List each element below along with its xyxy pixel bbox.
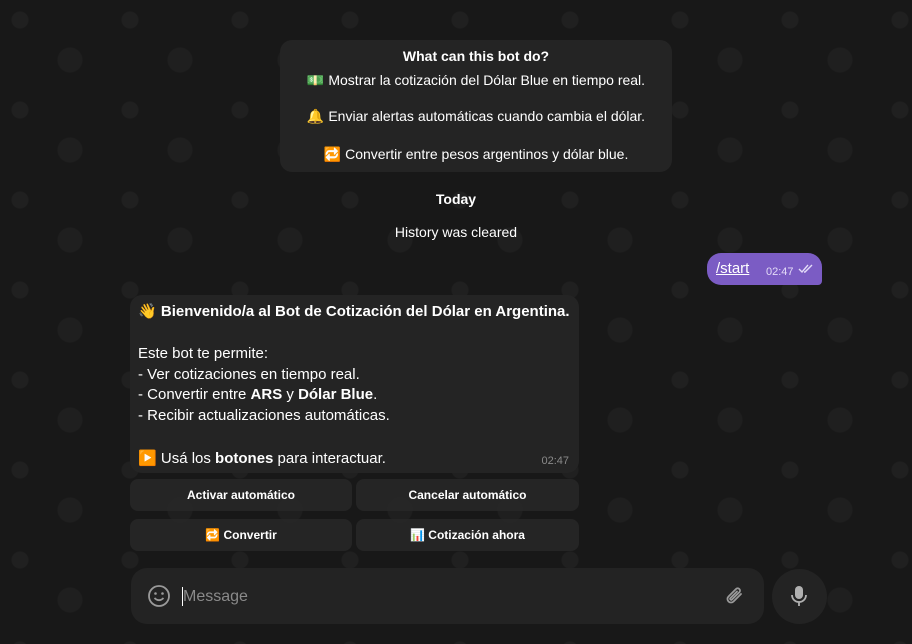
wave-icon: 👋: [138, 303, 157, 320]
play-icon: ▶️: [138, 450, 157, 467]
emoji-icon[interactable]: [147, 584, 171, 608]
bot-description-title: What can this bot do?: [402, 48, 550, 64]
intro-text: Este bot te permite:: [138, 345, 269, 362]
message-time: 02:47: [766, 266, 794, 278]
feature-item: - Ver cotizaciones en tiempo real.: [138, 366, 360, 383]
bell-icon: 🔔: [306, 108, 325, 124]
welcome-title: 👋 Bienvenido/a al Bot de Cotización del …: [138, 303, 570, 320]
date-chip: Today: [435, 191, 477, 207]
repeat-icon: 🔁: [323, 146, 342, 162]
service-message: History was cleared: [394, 224, 518, 240]
bot-feature-alerts: 🔔 Enviar alertas automáticas cuando cambi…: [306, 108, 646, 124]
message-input[interactable]: Message: [183, 588, 248, 606]
cancel-auto-button[interactable]: Cancelar automático: [356, 479, 579, 511]
bot-feature-quote: 💵 Mostrar la cotización del Dólar Blue en…: [306, 72, 646, 88]
chart-icon: 📊: [410, 528, 425, 542]
repeat-icon: 🔁: [205, 528, 221, 542]
attach-icon[interactable]: [724, 584, 746, 608]
activate-auto-button[interactable]: Activar automático: [130, 479, 352, 511]
bot-description-card: What can this bot do? 💵 Mostrar la cotiza…: [280, 40, 672, 172]
call-to-action: ▶️ Usá los botones para interactuar.: [138, 450, 386, 467]
voice-message-button[interactable]: [772, 569, 827, 624]
microphone-icon: [791, 586, 807, 606]
quote-now-button[interactable]: 📊 Cotización ahora: [356, 519, 579, 551]
message-composer[interactable]: Message: [131, 568, 764, 624]
feature-item: - Recibir actualizaciones automáticas.: [138, 407, 390, 424]
bot-feature-convert: 🔁 Convertir entre pesos argentinos y dóla…: [323, 146, 629, 162]
outgoing-message[interactable]: /start 02:47: [707, 253, 822, 285]
money-icon: 💵: [306, 72, 325, 88]
feature-item: - Convertir entre ARS y Dólar Blue.: [138, 386, 378, 403]
message-time: 02:47: [541, 455, 569, 467]
incoming-message: 👋 Bienvenido/a al Bot de Cotización del …: [130, 295, 579, 473]
start-command-link[interactable]: /start: [716, 260, 749, 277]
convert-button[interactable]: 🔁 Convertir: [130, 519, 352, 551]
double-check-icon: [798, 264, 813, 274]
